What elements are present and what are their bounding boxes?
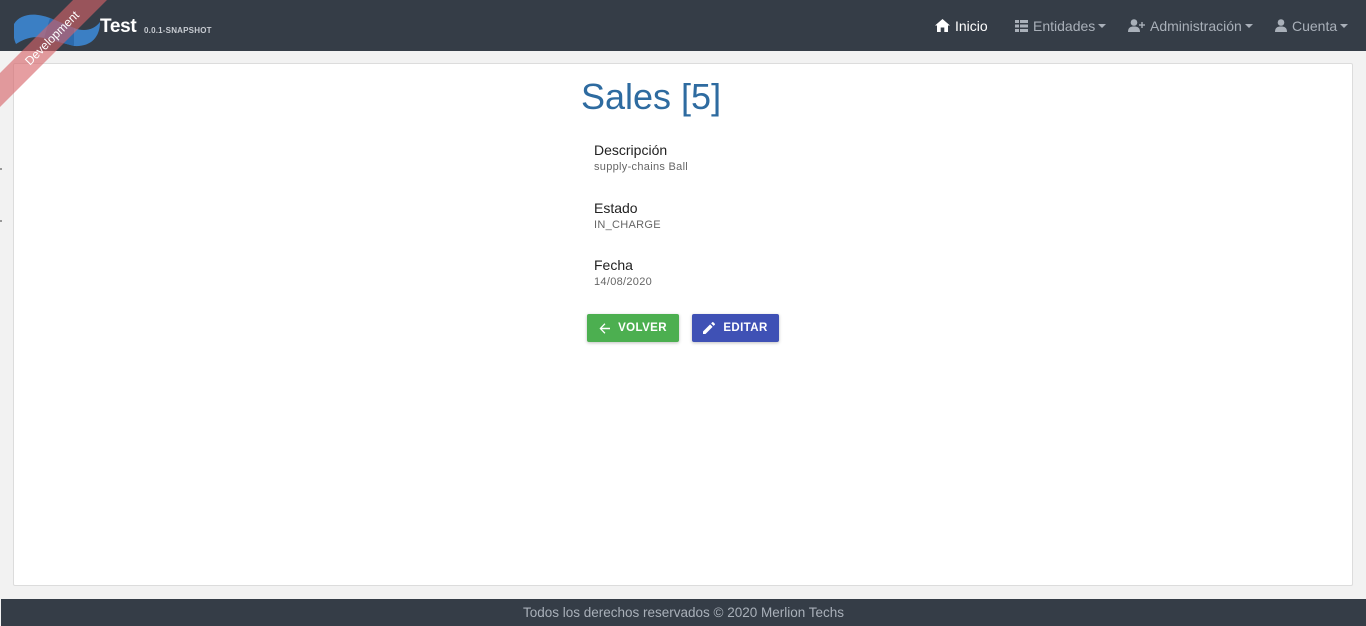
nav-item-label: Entidades	[1033, 17, 1096, 34]
user-plus-icon	[1128, 19, 1145, 32]
navbar: Test 0.0.1-SNAPSHOT Inicio Entidades Adm…	[0, 0, 1366, 51]
nav-item-cuenta[interactable]: Cuenta	[1275, 0, 1349, 51]
nav-item-label: Administración	[1150, 17, 1242, 34]
brand-version: 0.0.1-SNAPSHOT	[144, 26, 212, 35]
chevron-down-icon	[1244, 23, 1253, 28]
nav-item-administracion[interactable]: Administración	[1128, 0, 1253, 51]
footer-text: Todos los derechos reservados © 2020 Mer…	[522, 605, 845, 620]
field-label-fecha: Fecha	[594, 257, 633, 273]
footer: Todos los derechos reservados © 2020 Mer…	[1, 599, 1366, 626]
field-value-descripcion: supply-chains Ball	[594, 161, 689, 173]
brand-title[interactable]: Test	[100, 16, 137, 38]
back-button[interactable]: VOLVER	[587, 314, 679, 342]
edit-button-label: EDITAR	[723, 322, 768, 334]
content-card	[13, 63, 1353, 586]
field-value-fecha: 14/08/2020	[594, 276, 653, 288]
nav-item-inicio[interactable]: Inicio	[935, 0, 988, 51]
edit-button[interactable]: EDITAR	[692, 314, 779, 342]
nav-item-label: Cuenta	[1292, 17, 1338, 34]
table-icon	[1015, 19, 1028, 32]
back-button-label: VOLVER	[618, 322, 667, 334]
arrow-left-icon	[599, 322, 611, 334]
divider	[0, 168, 2, 170]
nav-item-entidades[interactable]: Entidades	[1015, 0, 1107, 51]
user-icon	[1275, 19, 1287, 32]
field-value-estado: IN_CHARGE	[594, 219, 661, 231]
chevron-down-icon	[1098, 23, 1107, 28]
field-label-estado: Estado	[594, 200, 638, 216]
nav-item-label: Inicio	[955, 17, 988, 34]
pencil-icon	[703, 322, 716, 334]
page-title: Sales [5]	[581, 76, 722, 117]
field-label-descripcion: Descripción	[594, 142, 668, 158]
divider	[0, 220, 2, 222]
home-icon	[935, 19, 950, 32]
chevron-down-icon	[1340, 23, 1349, 28]
